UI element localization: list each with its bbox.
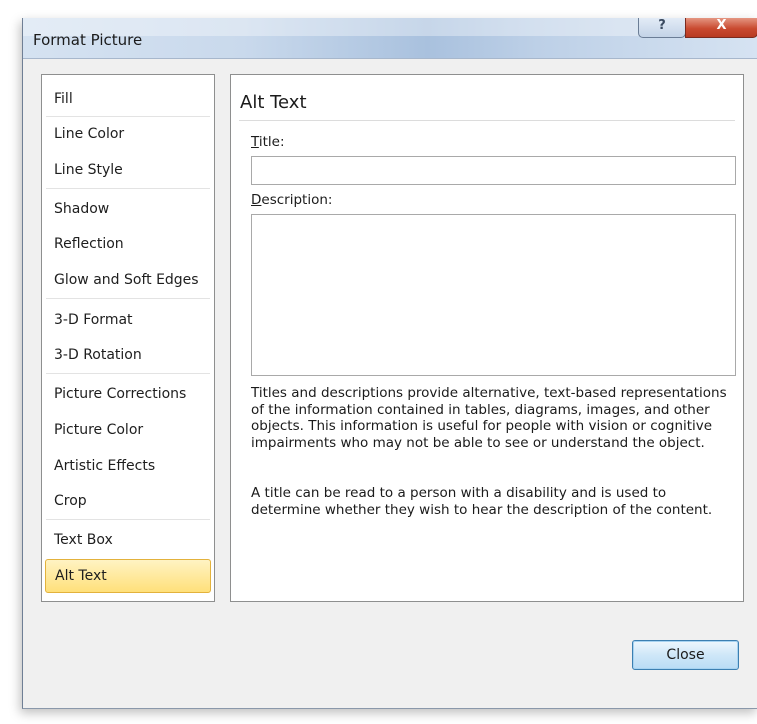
description-label: Description: — [251, 192, 332, 208]
help-button[interactable]: ? — [638, 18, 686, 38]
nav-item-reflection[interactable]: Reflection — [44, 227, 212, 261]
nav-item-crop[interactable]: Crop — [44, 484, 212, 518]
nav-item-artistic-effects[interactable]: Artistic Effects — [44, 449, 212, 483]
nav-separator — [46, 373, 210, 374]
nav-item-3d-format[interactable]: 3-D Format — [44, 303, 212, 337]
nav-item-picture-corrections[interactable]: Picture Corrections — [44, 377, 212, 411]
description-label-accelerator: D — [251, 192, 262, 208]
nav-item-fill[interactable]: Fill — [44, 82, 212, 116]
nav-item-text-box[interactable]: Text Box — [44, 523, 212, 557]
nav-separator — [46, 519, 210, 520]
title-label: Title: — [251, 134, 285, 150]
nav-item-line-style[interactable]: Line Style — [44, 153, 212, 187]
title-bar[interactable]: Format Picture ? X — [23, 18, 757, 59]
description-input[interactable] — [251, 214, 736, 376]
alt-text-panel: Alt Text Title: Description: Titles and … — [230, 74, 744, 602]
help-paragraph-2: A title can be read to a person with a d… — [251, 485, 713, 518]
dialog-title: Format Picture — [33, 31, 143, 49]
nav-item-glow-soft-edges[interactable]: Glow and Soft Edges — [44, 263, 212, 297]
title-label-text: itle: — [258, 134, 285, 150]
title-input[interactable] — [251, 156, 736, 185]
nav-item-picture-color[interactable]: Picture Color — [44, 413, 212, 447]
nav-item-line-color[interactable]: Line Color — [44, 117, 212, 151]
window-close-button[interactable]: X — [685, 18, 757, 38]
nav-item-3d-rotation[interactable]: 3-D Rotation — [44, 338, 212, 372]
nav-item-shadow[interactable]: Shadow — [44, 192, 212, 226]
close-button[interactable]: Close — [632, 640, 739, 670]
title-label-accelerator: T — [251, 134, 259, 150]
heading-divider — [239, 120, 735, 121]
nav-item-alt-text[interactable]: Alt Text — [45, 559, 211, 593]
description-label-text: escription: — [261, 192, 333, 208]
help-paragraph-1: Titles and descriptions provide alternat… — [251, 385, 727, 451]
category-list: Fill Line Color Line Style Shadow Reflec… — [41, 74, 215, 602]
panel-heading: Alt Text — [240, 92, 307, 113]
nav-separator — [46, 188, 210, 189]
nav-separator — [46, 298, 210, 299]
format-picture-dialog: Format Picture ? X Fill Line Color Line … — [22, 18, 757, 709]
